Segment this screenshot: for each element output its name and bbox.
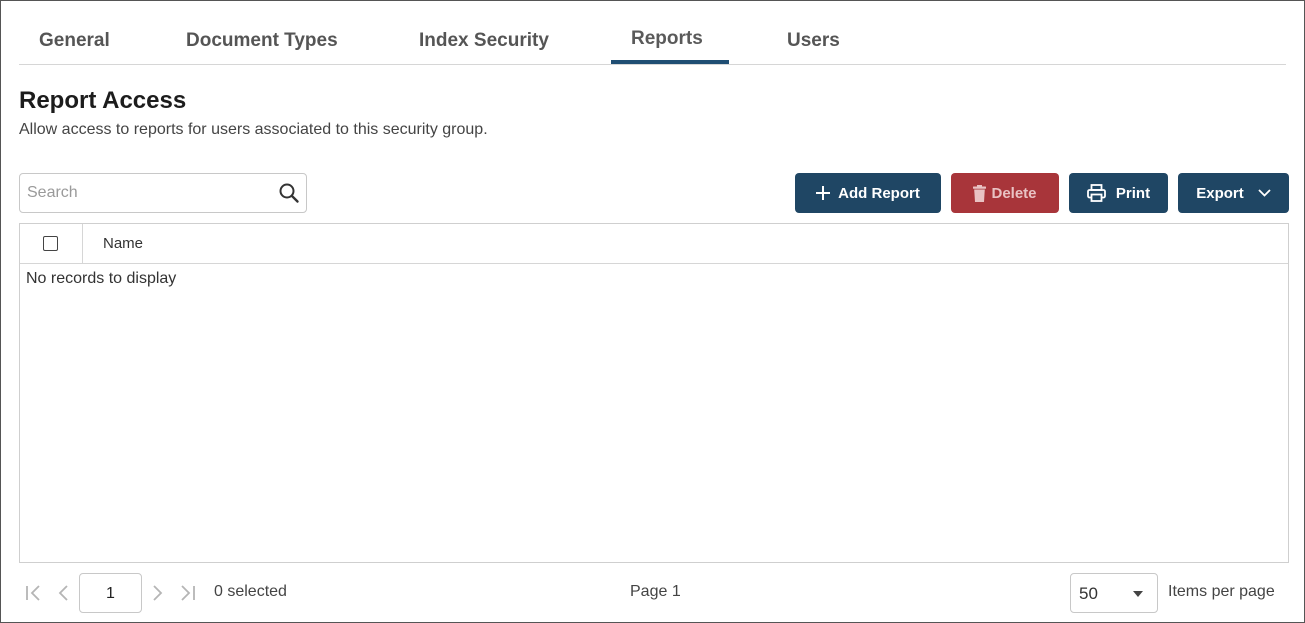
last-page-icon[interactable]: [177, 583, 197, 603]
export-label: Export: [1196, 184, 1244, 202]
plus-icon: [816, 186, 831, 200]
page-number-input[interactable]: 1: [79, 573, 142, 613]
search-icon[interactable]: [278, 182, 300, 204]
active-tab-indicator: [611, 60, 729, 64]
printer-icon: [1087, 184, 1106, 202]
add-report-button[interactable]: Add Report: [795, 173, 941, 213]
search-box: [19, 173, 307, 213]
previous-page-icon[interactable]: [54, 583, 74, 603]
select-column: [20, 224, 83, 264]
first-page-icon[interactable]: [24, 583, 44, 603]
trash-icon: [973, 184, 987, 202]
tab-general[interactable]: General: [39, 15, 110, 64]
tab-index-security[interactable]: Index Security: [419, 15, 549, 64]
empty-message: No records to display: [26, 270, 177, 287]
tab-document-types[interactable]: Document Types: [186, 15, 338, 64]
page-description: Allow access to reports for users associ…: [19, 121, 488, 138]
items-per-page-value: 50: [1079, 584, 1098, 603]
column-header-name[interactable]: Name: [103, 224, 143, 264]
tab-reports[interactable]: Reports: [631, 15, 703, 64]
delete-label: Delete: [991, 184, 1037, 202]
page-title: Report Access: [19, 87, 187, 114]
select-all-checkbox[interactable]: [43, 236, 58, 251]
grid-header: Name: [20, 224, 1288, 264]
selected-count: 0 selected: [214, 583, 287, 600]
page-indicator: Page 1: [630, 583, 681, 600]
items-per-page-label: Items per page: [1168, 583, 1275, 600]
search-input[interactable]: [20, 174, 270, 212]
tab-bar: General Document Types Index Security Re…: [19, 15, 1286, 65]
delete-button[interactable]: Delete: [951, 173, 1059, 213]
next-page-icon[interactable]: [147, 583, 167, 603]
app-frame: General Document Types Index Security Re…: [0, 0, 1305, 623]
chevron-down-icon: [1258, 189, 1271, 197]
print-button[interactable]: Print: [1069, 173, 1168, 213]
caret-down-icon: [1133, 591, 1143, 597]
add-report-label: Add Report: [838, 184, 920, 202]
export-button[interactable]: Export: [1178, 173, 1289, 213]
reports-grid: Name No records to display: [19, 223, 1289, 563]
tab-users[interactable]: Users: [787, 15, 840, 64]
items-per-page-select[interactable]: 50: [1070, 573, 1158, 613]
print-label: Print: [1115, 184, 1151, 202]
